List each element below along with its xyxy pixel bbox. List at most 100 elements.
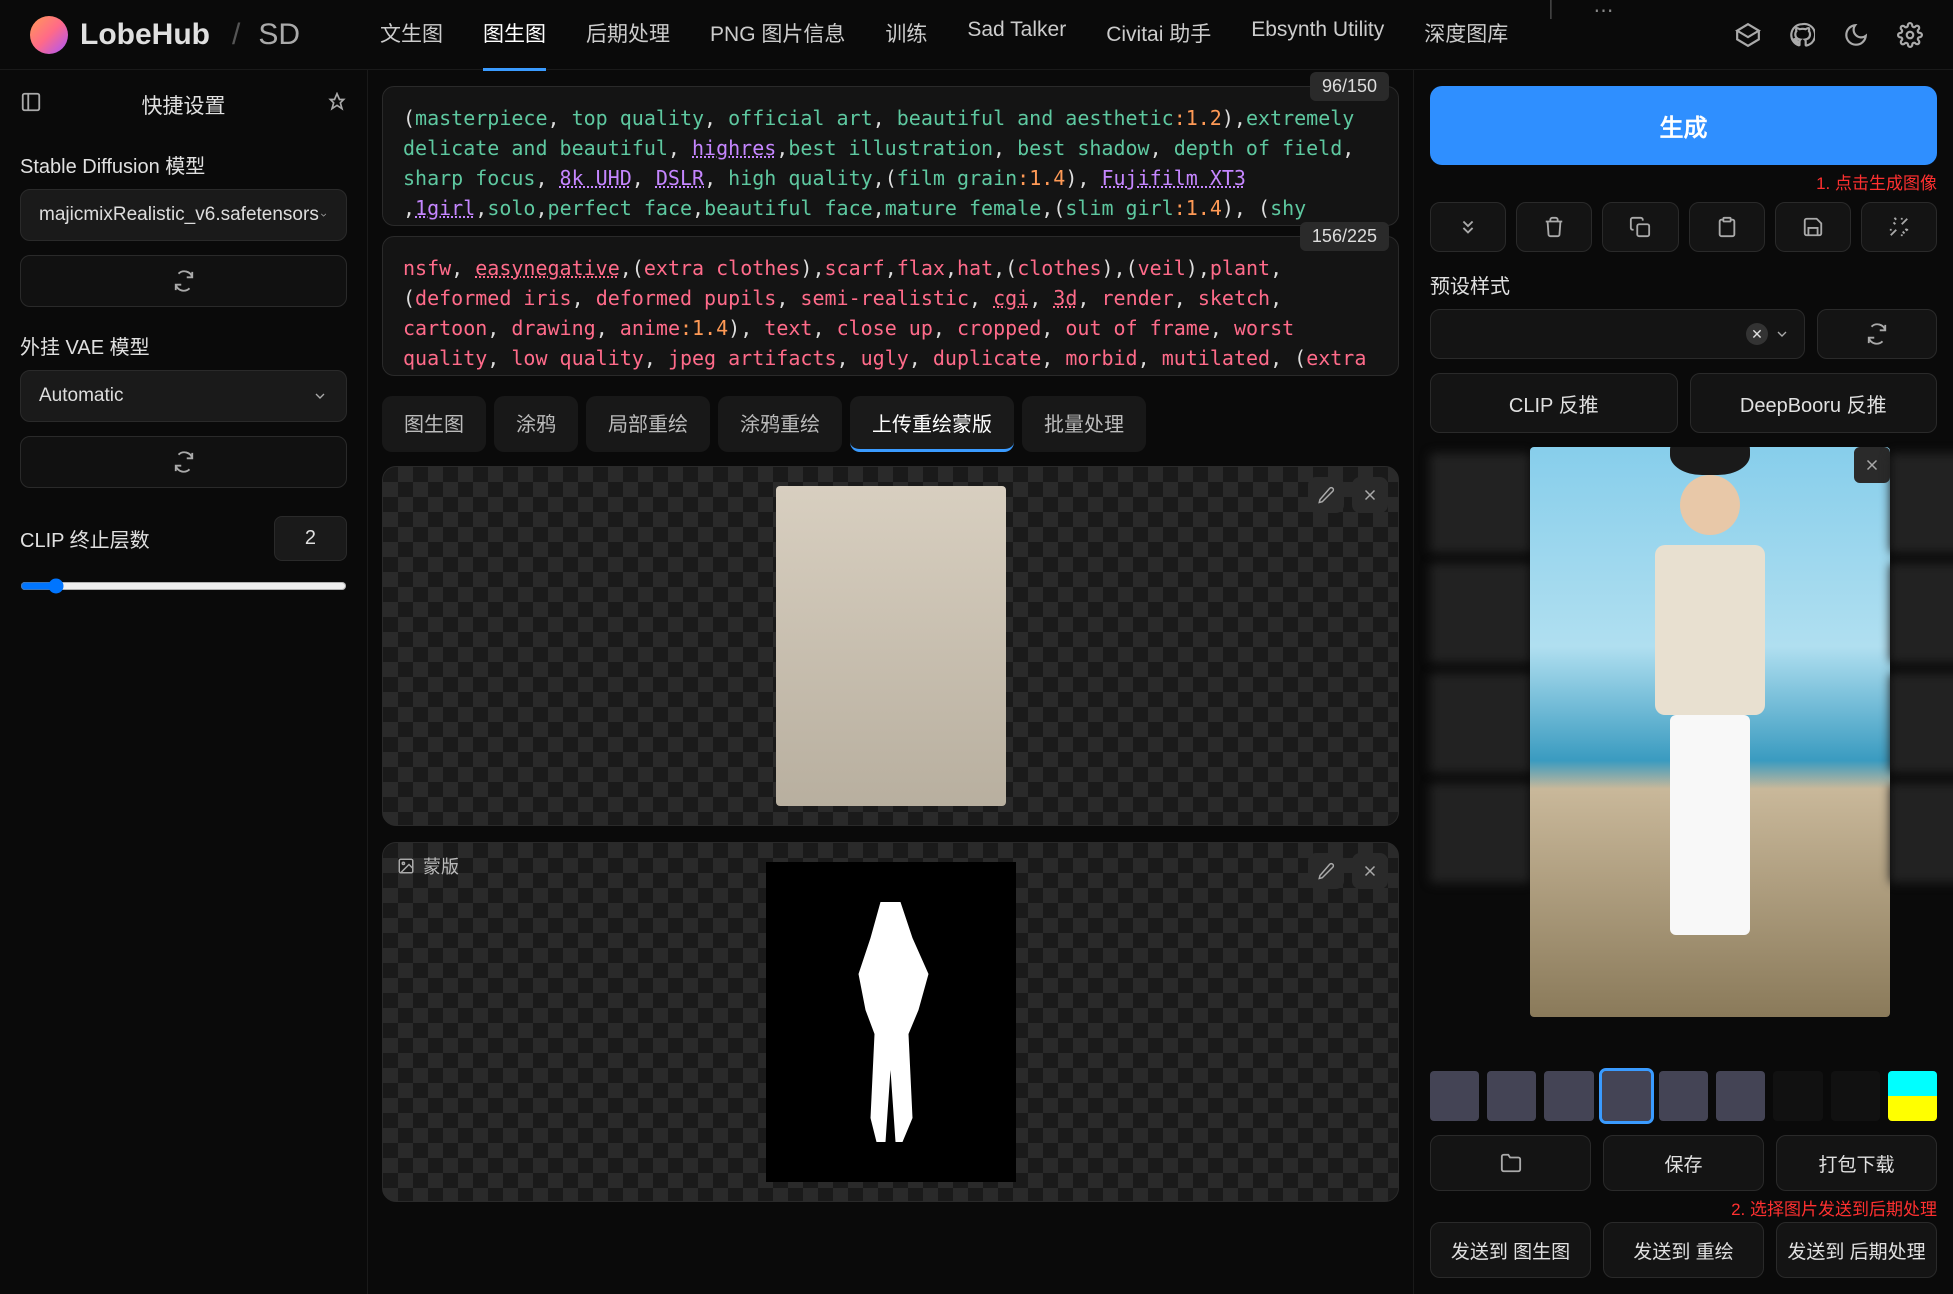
image-icon (397, 857, 415, 875)
nav-tab-img2img[interactable]: 图生图 (483, 0, 546, 71)
preset-refresh-button[interactable] (1817, 309, 1937, 359)
mode-tab-uploadmask[interactable]: 上传重绘蒙版 (850, 396, 1014, 452)
mask-image (766, 862, 1016, 1182)
vae-value: Automatic (39, 385, 123, 407)
preset-label: 预设样式 (1430, 270, 1937, 299)
clip-slider[interactable] (20, 577, 347, 600)
nav-more[interactable]: ⋯ (1593, 0, 1613, 71)
save-button[interactable]: 保存 (1603, 1135, 1764, 1191)
side-thumb[interactable] (1430, 673, 1530, 773)
clip-value[interactable]: 2 (274, 516, 347, 561)
mask-image-card[interactable]: 蒙版 (382, 842, 1399, 1202)
pos-counter: 96/150 (1310, 72, 1389, 101)
mode-tabs: 图生图 涂鸦 局部重绘 涂鸦重绘 上传重绘蒙版 批量处理 (382, 396, 1399, 452)
brand-name: LobeHub (80, 18, 210, 52)
negative-prompt[interactable]: nsfw, easynegative,(extra clothes),scarf… (382, 236, 1399, 376)
thumb-colormap[interactable] (1888, 1071, 1937, 1121)
nav-tab-txt2img[interactable]: 文生图 (380, 0, 443, 71)
nav-tab-depth[interactable]: 深度图库 (1424, 0, 1508, 71)
center-panel: 96/150 (masterpiece, top quality, offici… (368, 70, 1413, 1294)
settings-icon[interactable] (1897, 22, 1923, 48)
close-output-button[interactable] (1854, 447, 1890, 483)
moon-icon[interactable] (1843, 22, 1869, 48)
delete-button[interactable] (1516, 202, 1592, 252)
side-thumb[interactable] (1890, 673, 1953, 773)
mode-tab-batch[interactable]: 批量处理 (1022, 396, 1146, 452)
nav-tab-extras[interactable]: 后期处理 (586, 0, 670, 71)
nav-tabs: 文生图 图生图 后期处理 PNG 图片信息 训练 Sad Talker Civi… (380, 0, 1613, 71)
mode-tab-img2img[interactable]: 图生图 (382, 396, 486, 452)
nav-tab-ebsynth[interactable]: Ebsynth Utility (1251, 0, 1384, 71)
generate-button[interactable]: 生成 (1430, 86, 1937, 165)
brand-suffix: SD (258, 18, 300, 52)
send-img2img-button[interactable]: 发送到 图生图 (1430, 1222, 1591, 1278)
thumb[interactable] (1773, 1071, 1822, 1121)
wand-button[interactable] (1861, 202, 1937, 252)
output-side-thumbs (1430, 447, 1530, 1061)
folder-icon (1500, 1152, 1522, 1174)
model-refresh-button[interactable] (20, 255, 347, 307)
mode-tab-inpaintsketch[interactable]: 涂鸦重绘 (718, 396, 842, 452)
model-value: majicmixRealistic_v6.safetensors (39, 204, 319, 226)
nav-tab-train[interactable]: 训练 (885, 0, 927, 71)
output-image[interactable] (1530, 447, 1890, 1017)
side-thumb[interactable] (1430, 563, 1530, 663)
chevron-down-icon (319, 207, 328, 223)
mask-label: 蒙版 (423, 853, 459, 879)
top-nav: LobeHub / SD 文生图 图生图 后期处理 PNG 图片信息 训练 Sa… (0, 0, 1953, 70)
chevron-down-icon (1774, 326, 1790, 342)
top-icons (1735, 22, 1923, 48)
brand-divider: / (232, 18, 240, 52)
output-thumbs (1430, 1071, 1937, 1121)
panel-collapse-icon[interactable] (20, 91, 42, 119)
side-thumb[interactable] (1890, 783, 1953, 883)
chevron-down-icon (312, 388, 328, 404)
sidebar: 快捷设置 Stable Diffusion 模型 majicmixRealist… (0, 70, 368, 1294)
pin-icon[interactable] (327, 92, 347, 118)
save-icon-button[interactable] (1775, 202, 1851, 252)
nav-tab-sadtalker[interactable]: Sad Talker (967, 0, 1066, 71)
thumb-selected[interactable] (1602, 1071, 1651, 1121)
side-thumb[interactable] (1890, 563, 1953, 663)
remove-image-button[interactable] (1352, 477, 1388, 513)
clip-interrogate-button[interactable]: CLIP 反推 (1430, 373, 1678, 433)
side-thumb[interactable] (1430, 453, 1530, 553)
copy-button[interactable] (1602, 202, 1678, 252)
thumb[interactable] (1716, 1071, 1765, 1121)
thumb[interactable] (1659, 1071, 1708, 1121)
open-folder-button[interactable] (1430, 1135, 1591, 1191)
logo[interactable]: LobeHub / SD (30, 16, 300, 54)
side-thumb[interactable] (1430, 783, 1530, 883)
preset-clear-icon[interactable]: ✕ (1746, 323, 1768, 345)
nav-divider: | (1548, 0, 1553, 71)
logo-icon (30, 16, 68, 54)
preset-select[interactable]: ✕ (1430, 309, 1805, 359)
send-repaint-button[interactable]: 发送到 重绘 (1603, 1222, 1764, 1278)
model-select[interactable]: majicmixRealistic_v6.safetensors (20, 189, 347, 241)
right-panel: 生成 1. 点击生成图像 预设样式 ✕ CLIP 反推 DeepBooru 反推 (1413, 70, 1953, 1294)
mode-tab-sketch[interactable]: 涂鸦 (494, 396, 578, 452)
edit-image-button[interactable] (1308, 477, 1344, 513)
deepbooru-button[interactable]: DeepBooru 反推 (1690, 373, 1938, 433)
nav-tab-pnginfo[interactable]: PNG 图片信息 (710, 0, 845, 71)
thumb[interactable] (1831, 1071, 1880, 1121)
vae-select[interactable]: Automatic (20, 370, 347, 422)
remove-mask-button[interactable] (1352, 853, 1388, 889)
send-down-button[interactable] (1430, 202, 1506, 252)
thumb[interactable] (1487, 1071, 1536, 1121)
refresh-icon (173, 451, 195, 473)
thumb[interactable] (1430, 1071, 1479, 1121)
send-post-button[interactable]: 发送到 后期处理 (1776, 1222, 1937, 1278)
thumb[interactable] (1544, 1071, 1593, 1121)
cube-icon[interactable] (1735, 22, 1761, 48)
vae-refresh-button[interactable] (20, 436, 347, 488)
positive-prompt[interactable]: (masterpiece, top quality, official art,… (382, 86, 1399, 226)
edit-mask-button[interactable] (1308, 853, 1344, 889)
github-icon[interactable] (1789, 22, 1815, 48)
mode-tab-inpaint[interactable]: 局部重绘 (586, 396, 710, 452)
clipboard-button[interactable] (1689, 202, 1765, 252)
nav-tab-civitai[interactable]: Civitai 助手 (1106, 0, 1211, 71)
side-thumb[interactable] (1890, 453, 1953, 553)
pack-download-button[interactable]: 打包下载 (1776, 1135, 1937, 1191)
source-image-card[interactable] (382, 466, 1399, 826)
